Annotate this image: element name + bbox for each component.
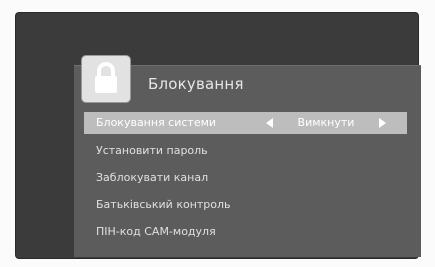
- menu-header: Блокування: [74, 56, 421, 104]
- menu-title: Блокування: [148, 75, 244, 93]
- menu-item-label: Установити пароль: [96, 144, 208, 157]
- menu-item-system-lock[interactable]: Блокування системи Вимкнути: [84, 112, 407, 134]
- menu-list: Блокування системи Вимкнути Установити п…: [74, 110, 421, 245]
- tv-screen: Блокування Блокування системи Вимкнути У…: [16, 13, 421, 258]
- lock-menu-panel: Блокування Блокування системи Вимкнути У…: [74, 56, 421, 257]
- lock-icon: [82, 56, 130, 102]
- menu-item-block-channel[interactable]: Заблокувати канал: [74, 164, 421, 191]
- option-value: Вимкнути: [297, 116, 355, 129]
- menu-item-label: Батьківський контроль: [96, 198, 231, 211]
- menu-item-cam-pin[interactable]: ПІН-код CAM-модуля: [74, 218, 421, 245]
- photo-background: Блокування Блокування системи Вимкнути У…: [0, 0, 435, 267]
- menu-item-parental-control[interactable]: Батьківський контроль: [74, 191, 421, 218]
- arrow-left-icon[interactable]: [263, 112, 277, 134]
- menu-item-label: ПІН-код CAM-модуля: [96, 225, 216, 238]
- menu-item-set-password[interactable]: Установити пароль: [74, 137, 421, 164]
- menu-item-label: Блокування системи: [96, 116, 217, 129]
- menu-item-label: Заблокувати канал: [96, 171, 209, 184]
- arrow-right-icon[interactable]: [375, 112, 389, 134]
- option-selector[interactable]: Вимкнути: [263, 112, 389, 134]
